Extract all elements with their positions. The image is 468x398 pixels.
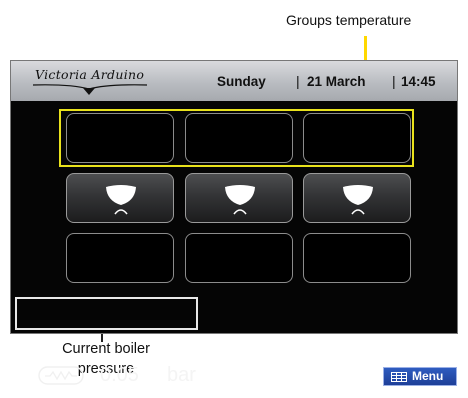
brand-logo-text: Victoria Arduino [35, 67, 145, 82]
machine-display: Victoria Arduino Sunday | 21 March | 14:… [10, 60, 458, 386]
group-1-dose-button[interactable] [66, 173, 174, 223]
boiler-pressure-callout-line1: Current boiler [62, 341, 150, 357]
boiler-pressure-icon [38, 366, 84, 385]
boiler-pressure-highlight [15, 297, 198, 330]
header-separator: | [392, 73, 396, 89]
header-day: Sunday [217, 74, 266, 89]
header-time: 14:45 [401, 74, 436, 89]
group-3-status-tile[interactable] [303, 233, 411, 283]
group-3-dose-button[interactable] [303, 173, 411, 223]
header-separator: | [296, 73, 300, 89]
group-2-status-tile[interactable] [185, 233, 293, 283]
groups-temperature-highlight [59, 109, 414, 167]
group-2-dose-button[interactable] [185, 173, 293, 223]
menu-button-label: Menu [412, 369, 444, 383]
logo-swoosh-icon [32, 84, 148, 95]
cup-icon [225, 185, 255, 215]
grid-icon [391, 372, 407, 382]
menu-button[interactable]: Menu [383, 367, 457, 386]
groups-temperature-callout: Groups temperature [286, 12, 412, 28]
boiler-pressure-value: 0.05 [100, 364, 139, 386]
group-1-status-tile[interactable] [66, 233, 174, 283]
cup-icon [106, 185, 136, 215]
brand-logo: Victoria Arduino [31, 67, 151, 97]
header-date: 21 March [307, 74, 366, 89]
boiler-pressure-unit: bar [167, 364, 196, 386]
cup-icon [343, 185, 373, 215]
header-bar: Victoria Arduino Sunday | 21 March | 14:… [11, 61, 457, 101]
